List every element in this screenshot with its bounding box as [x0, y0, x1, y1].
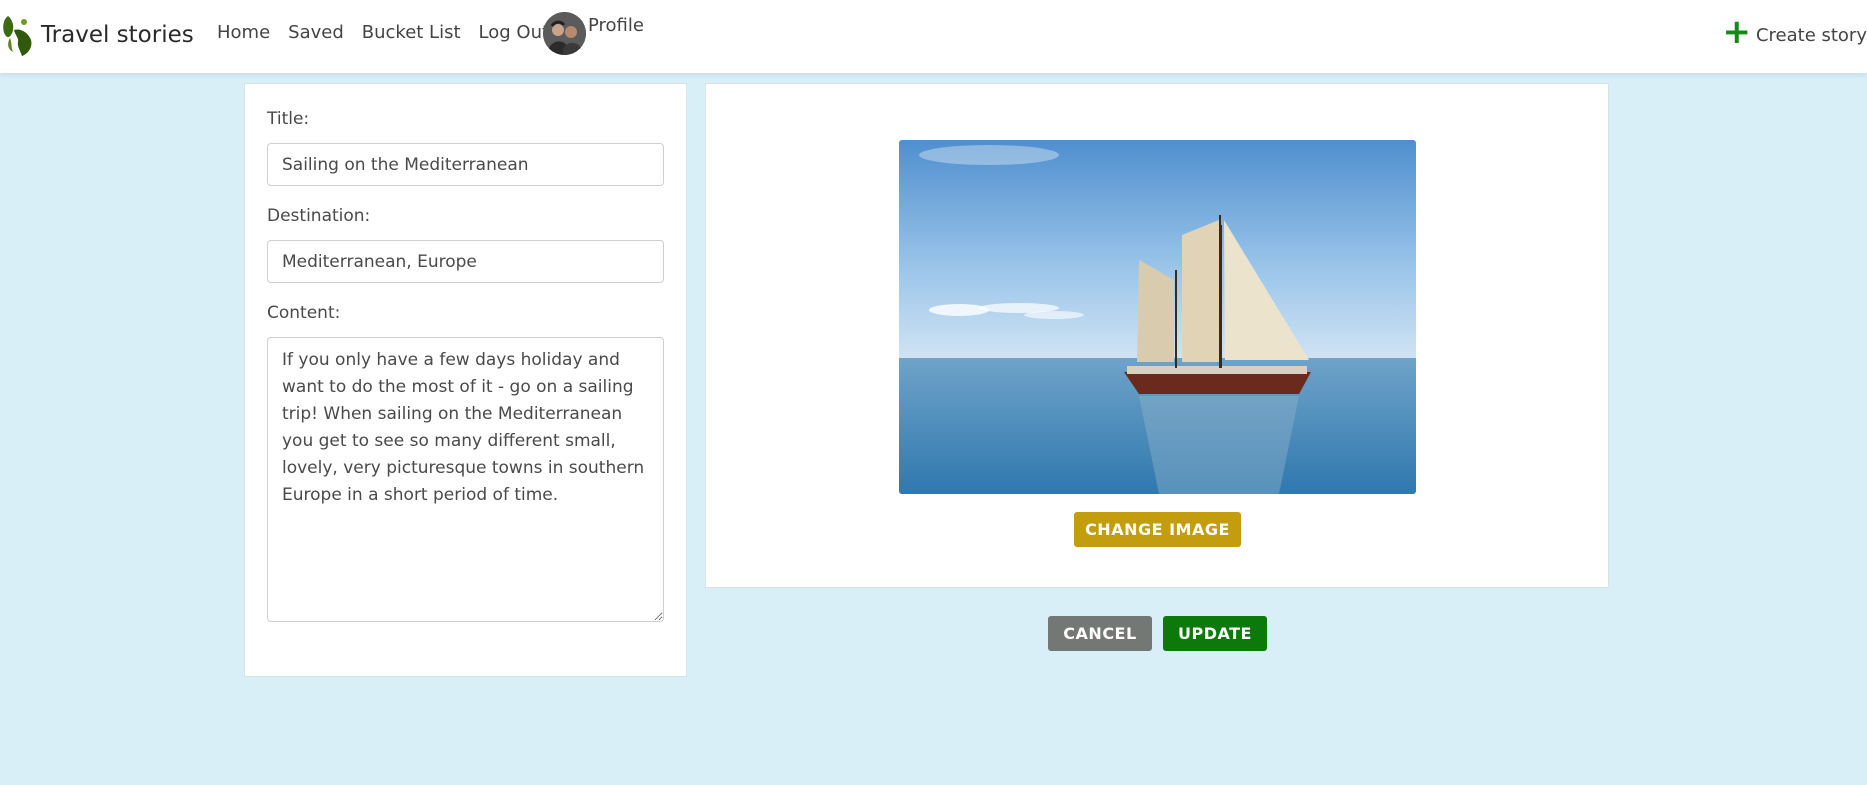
nav-home-link[interactable]: Home — [217, 22, 270, 43]
nav-log-out-link[interactable]: Log Out — [479, 22, 550, 43]
brand[interactable]: Travel stories — [0, 12, 194, 58]
profile-link[interactable]: Profile — [543, 12, 644, 55]
globe-icon — [3, 16, 32, 56]
title-input[interactable] — [267, 143, 664, 186]
profile-label: Profile — [588, 15, 644, 36]
avatar-image — [543, 12, 586, 55]
nav-saved-link[interactable]: Saved — [288, 22, 344, 43]
avatar — [543, 12, 586, 55]
destination-input[interactable] — [267, 240, 664, 283]
update-button[interactable]: UPDATE — [1163, 616, 1267, 651]
content-textarea[interactable]: If you only have a few days holiday and … — [267, 337, 664, 622]
nav-bucket-list-link[interactable]: Bucket List — [362, 22, 461, 43]
sailing-ship-image — [899, 140, 1416, 494]
nav-links: Home Saved Bucket List Log Out — [217, 22, 567, 43]
create-story-link[interactable]: + Create story — [1722, 12, 1867, 52]
story-form-card: Title: Destination: Content: If you only… — [244, 83, 687, 677]
top-navbar: Travel stories Home Saved Bucket List Lo… — [0, 0, 1867, 73]
plus-icon: + — [1722, 12, 1751, 52]
destination-label: Destination: — [267, 206, 371, 226]
brand-title: Travel stories — [41, 22, 194, 48]
change-image-button[interactable]: CHANGE IMAGE — [1074, 512, 1241, 547]
content-label: Content: — [267, 303, 341, 323]
story-image — [899, 140, 1416, 494]
cancel-button[interactable]: CANCEL — [1048, 616, 1152, 651]
create-story-label: Create story — [1755, 24, 1867, 46]
title-label: Title: — [267, 109, 310, 129]
image-card: CHANGE IMAGE — [705, 83, 1609, 588]
